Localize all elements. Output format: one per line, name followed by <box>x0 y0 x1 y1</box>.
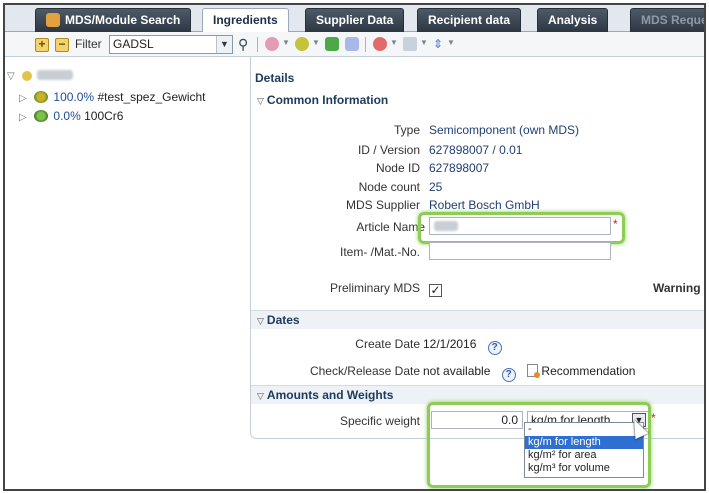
add-material-icon[interactable] <box>295 37 309 51</box>
check-release-date-label: Check/Release Date <box>309 364 420 378</box>
release-date-value: not available <box>423 364 491 378</box>
component-icon <box>22 71 33 81</box>
chevron-down-icon[interactable]: ▼ <box>420 38 428 47</box>
mds-supplier-label: MDS Supplier <box>345 198 420 212</box>
tab-analysis[interactable]: Analysis <box>537 8 609 32</box>
toolbar: + − Filter GADSL ▼ ⚲ ▼ ▼ ▼ ▼ ⇕ ▼ <box>5 32 704 57</box>
tab-recipient-data[interactable]: Recipient data <box>417 8 522 32</box>
chevron-down-icon[interactable]: ▼ <box>447 38 455 47</box>
ingredient-tree: ▽ ▷ 100.0% #test_spez_Gewicht ▷ 0.0% 100… <box>5 57 245 489</box>
node-count-value: 25 <box>429 180 443 194</box>
id-version-value: 627898007 / 0.01 <box>429 143 523 157</box>
filter-select[interactable]: GADSL ▼ <box>109 35 233 54</box>
chevron-down-icon: ▽ <box>257 391 264 401</box>
type-label: Type <box>393 123 420 137</box>
create-date-group: 12/1/2016 ? <box>423 337 502 355</box>
app-window: MDS/Module Search Ingredients Supplier D… <box>3 3 706 491</box>
type-value: Semicomponent (own MDS) <box>429 123 580 137</box>
required-marker: * <box>651 411 656 425</box>
redacted-root-name <box>37 70 74 80</box>
add-substance-icon[interactable] <box>325 37 339 51</box>
filter-label: Filter <box>75 37 102 51</box>
item-mat-no-label: Item- /Mat.-No. <box>339 245 420 259</box>
release-date-group: not available ? Recommendation <box>423 364 635 382</box>
weight-highlight <box>427 402 651 488</box>
help-icon[interactable]: ? <box>501 368 516 382</box>
tab-supplier-data[interactable]: Supplier Data <box>305 8 405 32</box>
move-icon[interactable]: ⇕ <box>433 36 443 52</box>
edit-icon[interactable] <box>345 37 359 51</box>
add-component-icon[interactable] <box>265 37 279 51</box>
copy-icon[interactable] <box>403 37 417 51</box>
details-title: Details <box>255 71 295 85</box>
delete-icon[interactable] <box>373 37 387 51</box>
article-name-label: Article Name <box>356 220 425 234</box>
tree-node[interactable]: ▷ 100.0% #test_spez_Gewicht <box>19 89 206 105</box>
collapse-triangle-icon[interactable]: ▽ <box>7 71 15 82</box>
search-module-icon <box>46 13 60 27</box>
article-name-highlight <box>418 212 625 244</box>
toolbar-separator <box>365 37 366 52</box>
specific-weight-label: Specific weight <box>339 414 420 428</box>
tab-mds-request: MDS Request <box>630 8 704 32</box>
dates-header[interactable]: ▽ Dates <box>251 310 704 329</box>
expand-all-icon[interactable]: + <box>35 36 49 52</box>
node-count-label: Node count <box>358 180 420 194</box>
warning-label: Warning <box>653 281 701 295</box>
chevron-down-icon: ▽ <box>257 316 264 326</box>
chevron-down-icon[interactable]: ▼ <box>390 38 398 47</box>
tree-root[interactable]: ▽ <box>7 67 74 83</box>
tab-bar: MDS/Module Search Ingredients Supplier D… <box>5 5 704 33</box>
check-icon: ✓ <box>429 283 442 297</box>
node-id-label: Node ID <box>375 161 420 175</box>
filter-select-value: GADSL <box>113 37 154 51</box>
id-version-label: ID / Version <box>357 143 420 157</box>
common-info-header[interactable]: ▽ Common Information <box>251 91 704 110</box>
chevron-down-icon[interactable]: ▼ <box>312 38 320 47</box>
tab-mds-module-search[interactable]: MDS/Module Search <box>35 8 192 32</box>
details-panel: Details ▽ Common Information Type Semicom… <box>250 57 704 439</box>
recommendation-link[interactable]: Recommendation <box>541 364 635 378</box>
preliminary-mds-label: Preliminary MDS <box>329 281 420 295</box>
item-mat-no-input[interactable] <box>429 242 611 260</box>
chevron-down-icon[interactable]: ▼ <box>282 38 290 47</box>
mds-supplier-value: Robert Bosch GmbH <box>429 198 540 212</box>
create-date-label: Create Date <box>355 337 420 351</box>
create-date-value: 12/1/2016 <box>423 337 477 351</box>
tree-node[interactable]: ▷ 0.0% 100Cr6 <box>19 108 123 124</box>
search-icon[interactable]: ⚲ <box>238 36 248 52</box>
preliminary-mds-checkbox[interactable]: ✓ <box>429 281 442 297</box>
substance-icon <box>34 110 49 122</box>
collapse-all-icon[interactable]: − <box>55 36 69 52</box>
expand-triangle-icon[interactable]: ▷ <box>19 112 27 123</box>
help-icon[interactable]: ? <box>487 341 502 355</box>
node-id-value: 627898007 <box>429 161 490 175</box>
expand-triangle-icon[interactable]: ▷ <box>19 93 27 104</box>
chevron-down-icon: ▼ <box>216 36 232 53</box>
material-icon <box>34 91 49 103</box>
tab-ingredients[interactable]: Ingredients <box>202 8 289 33</box>
chevron-down-icon: ▽ <box>257 96 264 106</box>
recommendation-icon[interactable] <box>527 364 541 378</box>
toolbar-separator <box>257 37 258 52</box>
